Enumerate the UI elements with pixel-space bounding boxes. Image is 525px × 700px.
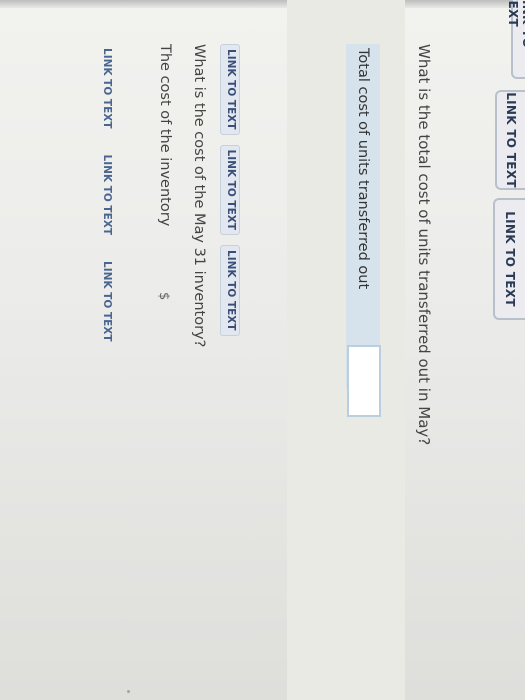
link-to-text-5[interactable]: LINK TO TEXT bbox=[95, 151, 115, 240]
total-cost-input[interactable] bbox=[347, 345, 381, 417]
inventory-cost-row: The cost of the inventory $ bbox=[149, 44, 173, 304]
link-to-text-4[interactable]: LINK TO TEXT bbox=[95, 44, 115, 133]
page-background bbox=[0, 0, 525, 700]
link-to-text-1[interactable]: LINK TO TEXT bbox=[220, 44, 240, 135]
inventory-cost-label: The cost of the inventory bbox=[157, 44, 173, 227]
link-to-text-3[interactable]: LINK TO TEXT bbox=[220, 245, 240, 336]
question-1-text: What is the total cost of units transfer… bbox=[415, 44, 433, 446]
total-cost-label: Total cost of units transferred out bbox=[355, 48, 371, 290]
tab-bar: LINK TO TEXT LINK TO TEXT LINK TO TEXT bbox=[491, 0, 525, 700]
tab-link-to-text-3[interactable]: LINK TO TEXT bbox=[493, 198, 525, 320]
link-to-text-2[interactable]: LINK TO TEXT bbox=[220, 144, 240, 236]
question-2-text: What is the cost of the May 31 inventory… bbox=[191, 44, 207, 348]
link-row-1: LINK TO TEXT LINK TO TEXT LINK TO TEXT bbox=[220, 44, 240, 336]
link-to-text-6[interactable]: LINK TO TEXT bbox=[95, 257, 115, 346]
total-cost-row: Total cost of units transferred out $ bbox=[346, 44, 380, 389]
tab-link-to-text-1[interactable]: LINK TO TEXT bbox=[506, 0, 525, 79]
tab-link-to-text-2[interactable]: LINK TO TEXT bbox=[495, 90, 525, 190]
screen-edge bbox=[0, 0, 525, 8]
rotated-frame: LINK TO TEXT LINK TO TEXT LINK TO TEXT W… bbox=[0, 0, 525, 700]
link-row-2: LINK TO TEXT LINK TO TEXT LINK TO TEXT bbox=[95, 44, 115, 346]
stray-dot bbox=[127, 690, 130, 693]
dollar-sign-2: $ bbox=[156, 292, 171, 301]
